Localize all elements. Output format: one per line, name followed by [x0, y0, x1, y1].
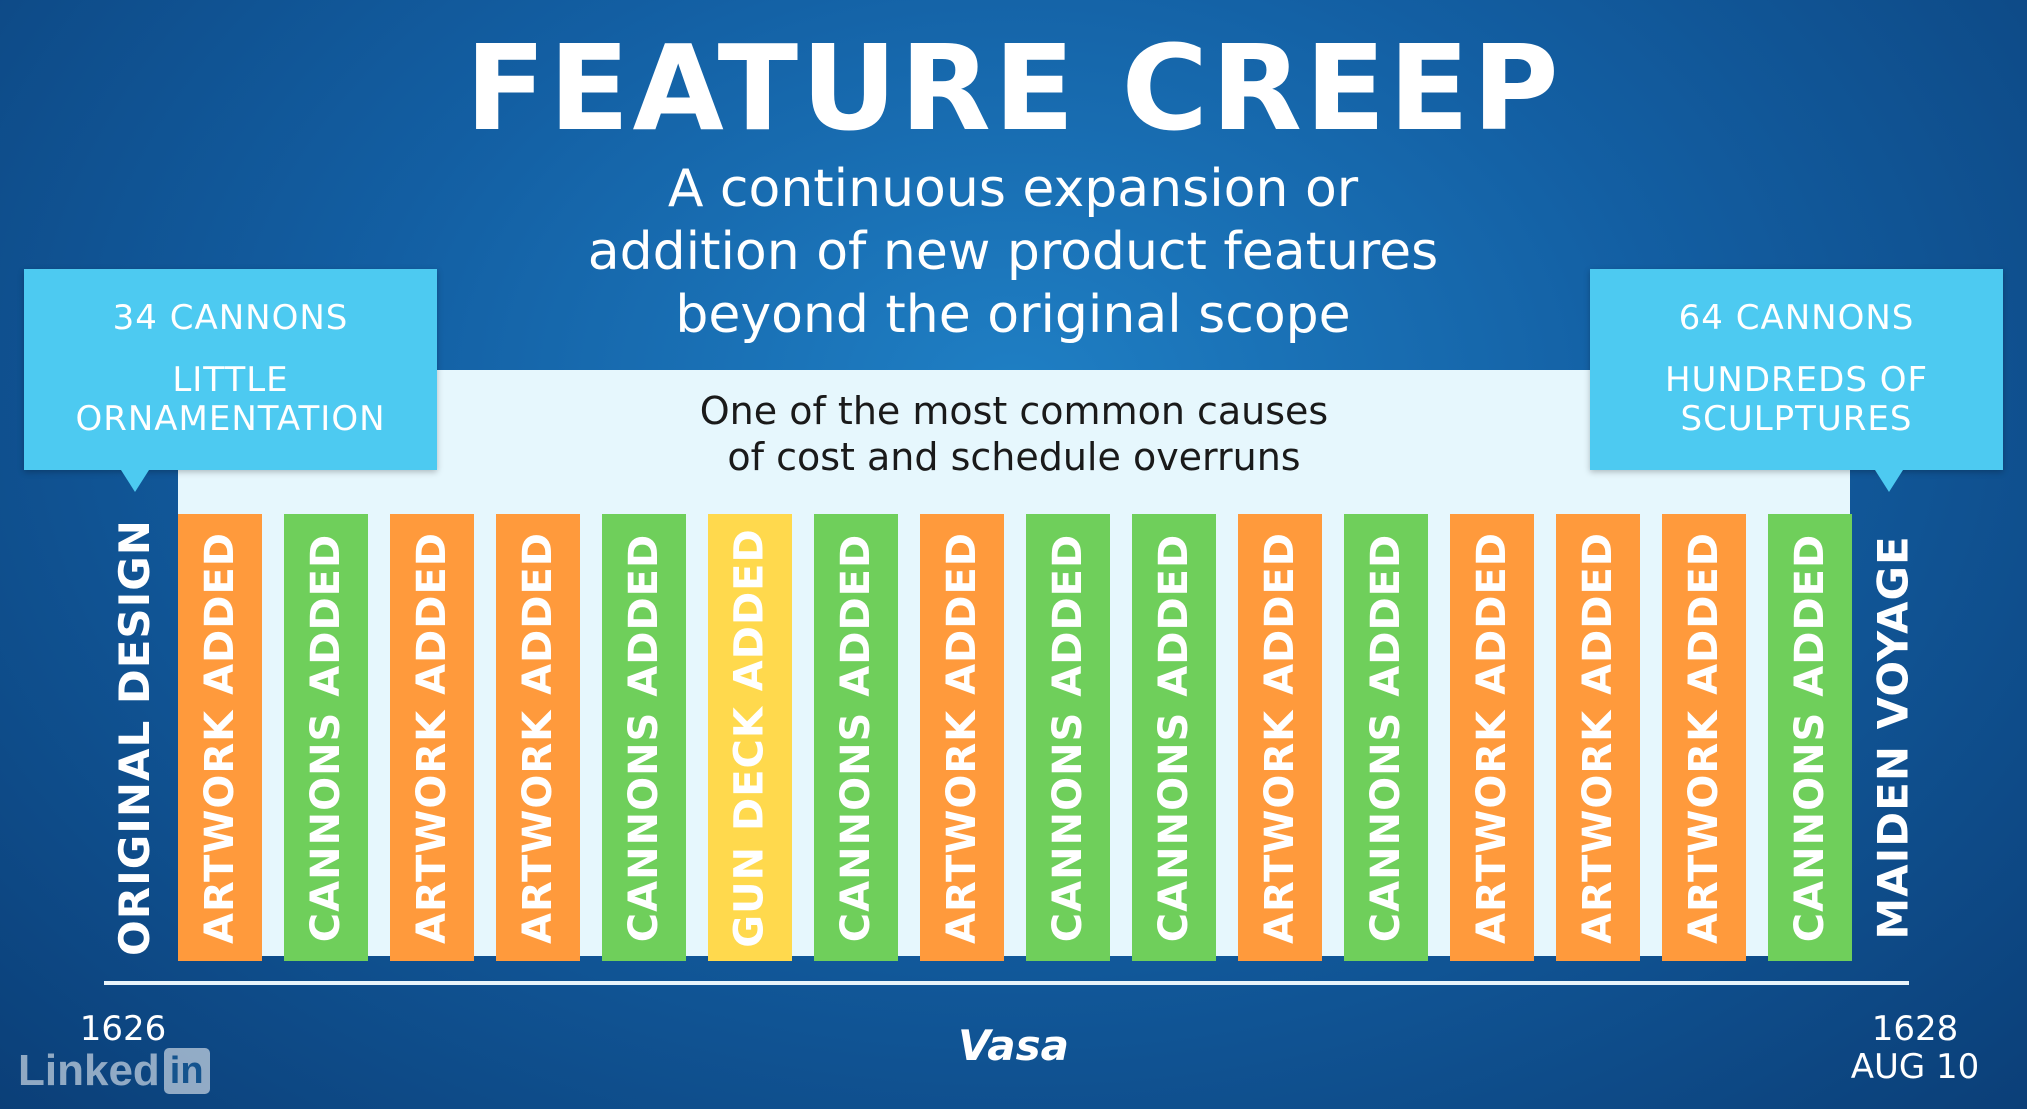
callout-right-pointer [1875, 470, 1903, 492]
change-bar-label: CANNONS ADDED [303, 533, 349, 942]
change-bar-label: ARTWORK ADDED [409, 531, 456, 944]
change-bar-label: CANNONS ADDED [1787, 533, 1833, 942]
definition-line: addition of new product features [587, 222, 1439, 282]
logo-word: Linked [18, 1046, 160, 1095]
end-year: 1628 [1871, 1009, 1959, 1049]
callout-line: LITTLE [172, 360, 289, 400]
original-design-label: ORIGINAL DESIGN [92, 514, 176, 961]
original-design-callout: 34 CANNONS LITTLE ORNAMENTATION [24, 269, 437, 470]
change-bar-cannons: CANNONS ADDED [284, 514, 368, 961]
change-bar-artwork: ARTWORK ADDED [1450, 514, 1534, 961]
end-date: 1628 AUG 10 [1845, 1010, 1985, 1086]
change-bar-gundeck: GUN DECK ADDED [708, 514, 792, 961]
callout-cannons: 34 CANNONS [112, 298, 349, 338]
change-bar-label: CANNONS ADDED [1363, 533, 1409, 942]
change-bar-cannons: CANNONS ADDED [1344, 514, 1428, 961]
change-bar-label: ARTWORK ADDED [939, 531, 986, 944]
callout-sculptures: HUNDREDS OF SCULPTURES [1590, 361, 2003, 439]
change-bar-artwork: ARTWORK ADDED [1662, 514, 1746, 961]
callout-cannons: 64 CANNONS [1678, 298, 1915, 338]
change-bar-cannons: CANNONS ADDED [814, 514, 898, 961]
callout-line: ORNAMENTATION [75, 399, 386, 439]
callout-ornamentation: LITTLE ORNAMENTATION [24, 361, 437, 439]
change-bar-artwork: ARTWORK ADDED [920, 514, 1004, 961]
logo-box: in [163, 1048, 210, 1094]
change-bar-artwork: ARTWORK ADDED [390, 514, 474, 961]
timeline-axis [104, 981, 1909, 985]
definition-line: beyond the original scope [675, 285, 1351, 345]
original-design-text: ORIGINAL DESIGN [109, 519, 159, 956]
slide-title: FEATURE CREEP [465, 19, 1562, 157]
change-bar-cannons: CANNONS ADDED [1768, 514, 1852, 961]
change-bar-label: GUN DECK ADDED [727, 527, 774, 948]
change-bar-label: ARTWORK ADDED [515, 531, 562, 944]
change-bar-artwork: ARTWORK ADDED [496, 514, 580, 961]
change-bar-label: ARTWORK ADDED [1575, 531, 1622, 944]
callout-line: SCULPTURES [1680, 399, 1913, 439]
end-day: AUG 10 [1850, 1047, 1980, 1087]
change-bar-artwork: ARTWORK ADDED [1556, 514, 1640, 961]
callout-left-pointer [121, 470, 149, 492]
change-bar-label: CANNONS ADDED [1151, 533, 1197, 942]
callout-line: HUNDREDS OF [1664, 360, 1929, 400]
change-bar-label: ARTWORK ADDED [1681, 531, 1728, 944]
change-bar-label: ARTWORK ADDED [1469, 531, 1516, 944]
change-bar-label: CANNONS ADDED [833, 533, 879, 942]
change-bar-cannons: CANNONS ADDED [602, 514, 686, 961]
change-bar-cannons: CANNONS ADDED [1026, 514, 1110, 961]
linkedin-logo: Linked in [18, 1046, 210, 1096]
start-year: 1626 [79, 1009, 167, 1049]
change-bar-artwork: ARTWORK ADDED [1238, 514, 1322, 961]
change-bar-label: ARTWORK ADDED [197, 531, 244, 944]
change-bar-label: CANNONS ADDED [1045, 533, 1091, 942]
change-bar-label: ARTWORK ADDED [1257, 531, 1304, 944]
definition-line: A continuous expansion or [667, 159, 1359, 219]
maiden-voyage-label: MAIDEN VOYAGE [1851, 514, 1935, 961]
maiden-voyage-callout: 64 CANNONS HUNDREDS OF SCULPTURES [1590, 269, 2003, 470]
definition-text: A continuous expansion or addition of ne… [413, 158, 1613, 347]
maiden-voyage-text: MAIDEN VOYAGE [1868, 535, 1918, 940]
change-bar-cannons: CANNONS ADDED [1132, 514, 1216, 961]
change-bar-artwork: ARTWORK ADDED [178, 514, 262, 961]
vessel-name: Vasa [958, 1021, 1069, 1070]
change-bar-label: CANNONS ADDED [621, 533, 667, 942]
